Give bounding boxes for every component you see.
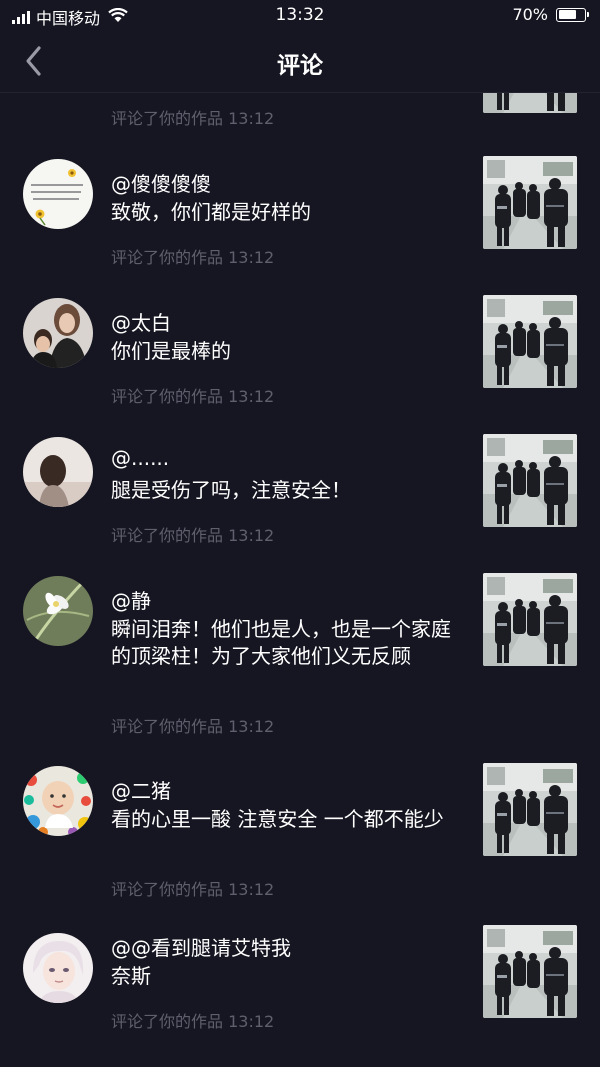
comment-username[interactable]: @@看到腿请艾特我	[111, 932, 291, 961]
battery-percent: 70%	[512, 5, 548, 24]
avatar[interactable]	[23, 766, 93, 836]
comment-username[interactable]: @......	[111, 446, 169, 470]
clock: 13:32	[275, 5, 325, 25]
list-item[interactable]: @二猪 看的心里一酸 注意安全 一个都不能少 评论了你的作品 13:12	[0, 763, 600, 903]
comment-meta: 评论了你的作品 13:12	[111, 717, 275, 736]
comment-meta: 评论了你的作品 13:12	[111, 248, 275, 267]
avatar[interactable]	[23, 437, 93, 507]
list-item[interactable]: @静 瞬间泪奔！他们也是人，也是一个家庭的顶梁柱！为了大家他们义无反顾 评论了你…	[0, 573, 600, 743]
comment-text: 瞬间泪奔！他们也是人，也是一个家庭的顶梁柱！为了大家他们义无反顾	[111, 617, 451, 668]
list-item[interactable]: @@看到腿请艾特我 奈斯 评论了你的作品 13:12	[0, 925, 600, 1050]
status-bar: 中国移动 13:32 70%	[0, 0, 600, 30]
comment-text: 致敬，你们都是好样的	[111, 200, 311, 224]
comment-meta: 评论了你的作品 13:12	[111, 526, 275, 545]
list-item[interactable]: @...... 腿是受伤了吗，注意安全！ 评论了你的作品 13:12	[0, 434, 600, 554]
comment-username[interactable]: @傻傻傻傻	[111, 168, 211, 197]
video-thumbnail[interactable]	[483, 295, 577, 388]
avatar[interactable]	[23, 298, 93, 368]
list-item-partial[interactable]: 评论了你的作品 13:12	[0, 93, 600, 135]
video-thumbnail[interactable]	[483, 573, 577, 666]
list-item[interactable]: @太白 你们是最棒的 评论了你的作品 13:12	[0, 295, 600, 415]
list-item[interactable]: @傻傻傻傻 致敬，你们都是好样的 评论了你的作品 13:12	[0, 156, 600, 276]
battery-icon	[556, 7, 589, 22]
comment-meta: 评论了你的作品 13:12	[111, 880, 275, 899]
avatar[interactable]	[23, 576, 93, 646]
comment-username[interactable]: @太白	[111, 307, 171, 336]
comment-text: 你们是最棒的	[111, 339, 231, 363]
avatar[interactable]	[23, 159, 93, 229]
video-thumbnail[interactable]	[483, 156, 577, 249]
comment-text: 看的心里一酸 注意安全 一个都不能少	[111, 807, 444, 831]
comment-meta: 评论了你的作品 13:12	[111, 109, 275, 128]
comment-username[interactable]: @静	[111, 585, 151, 614]
comment-username[interactable]: @二猪	[111, 775, 171, 804]
avatar[interactable]	[23, 933, 93, 1003]
comment-text: 腿是受伤了吗，注意安全！	[111, 478, 351, 502]
page-title: 评论	[277, 53, 323, 79]
comment-text: 奈斯	[111, 964, 151, 988]
video-thumbnail[interactable]	[483, 763, 577, 856]
comment-meta: 评论了你的作品 13:12	[111, 387, 275, 406]
video-thumbnail[interactable]	[483, 434, 577, 527]
nav-bar: 评论	[0, 30, 600, 93]
video-thumbnail[interactable]	[483, 925, 577, 1018]
video-thumbnail[interactable]	[483, 93, 577, 113]
comment-meta: 评论了你的作品 13:12	[111, 1012, 275, 1031]
